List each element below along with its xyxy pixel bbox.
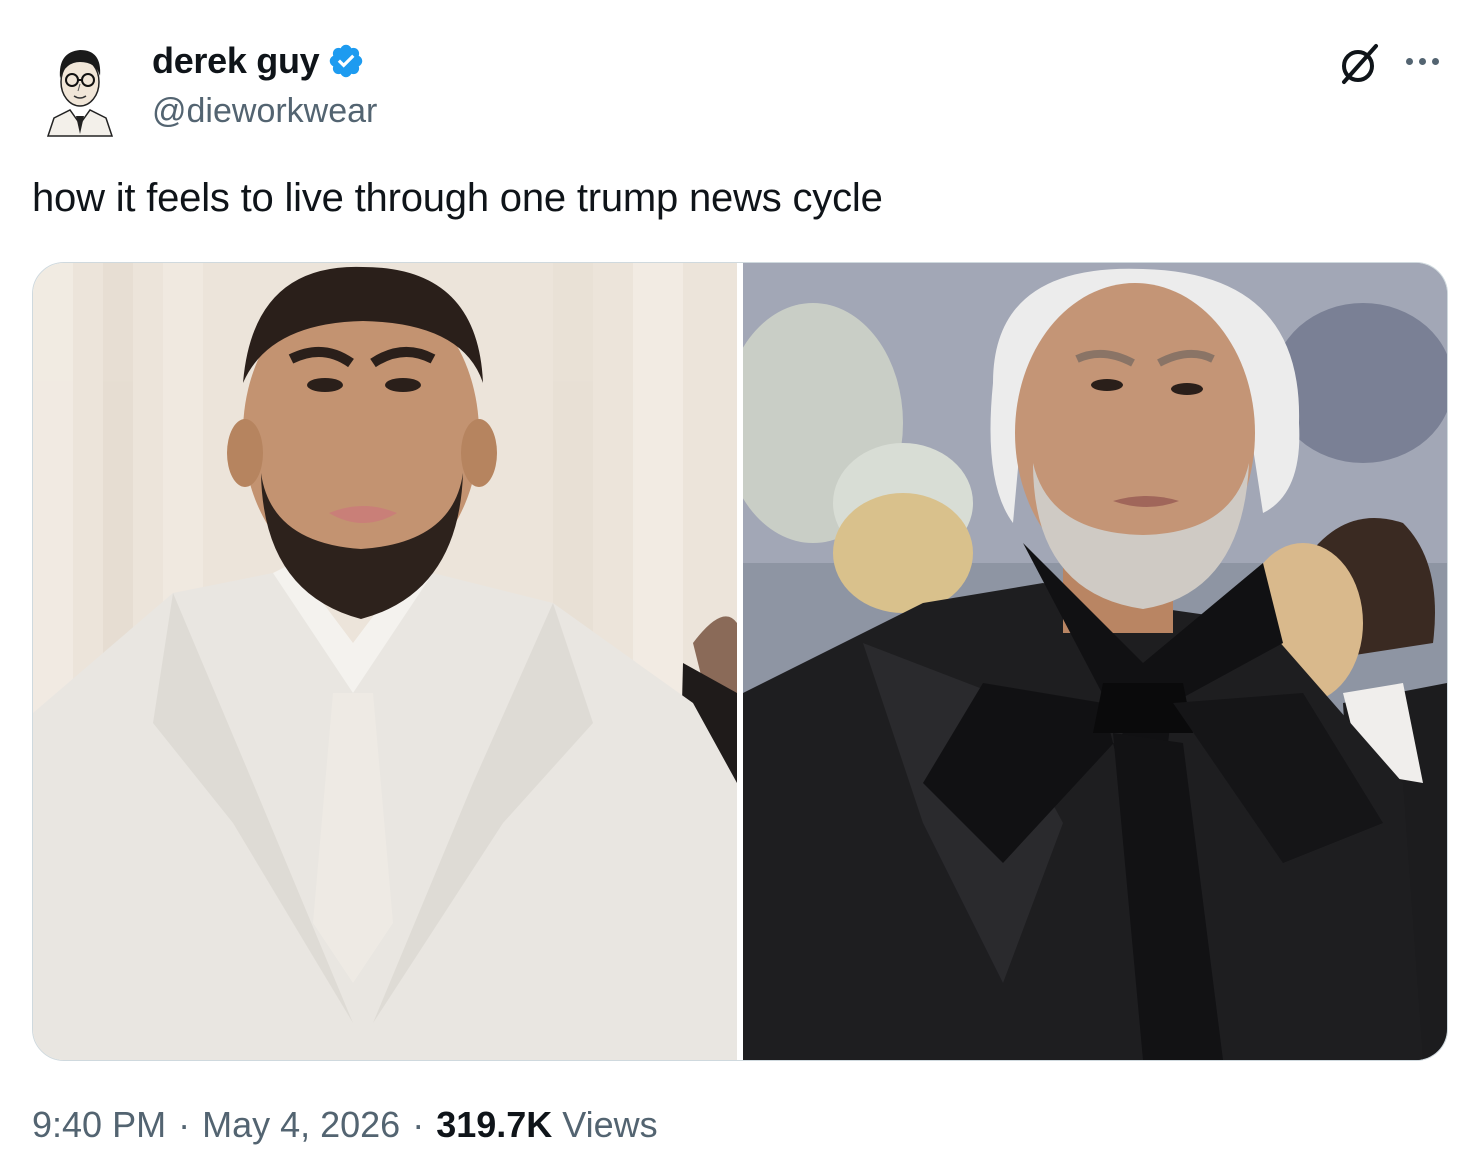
author-avatar[interactable] xyxy=(40,38,120,138)
more-options-button[interactable] xyxy=(1398,46,1446,76)
tweet-meta: 9:40 PM · May 4, 2026 · 319.7K Views xyxy=(32,1104,658,1146)
more-dot-icon xyxy=(1431,57,1439,65)
views-count: 319.7K xyxy=(436,1104,553,1145)
author-handle[interactable]: @dieworkwear xyxy=(152,92,377,131)
grok-icon xyxy=(1342,44,1378,84)
media-photo-right[interactable] xyxy=(743,263,1447,1060)
views-label: Views xyxy=(562,1104,658,1145)
photo-young-man-white-suit-icon xyxy=(33,263,737,1060)
meta-separator: · xyxy=(412,1104,425,1145)
tweet-date[interactable]: May 4, 2026 xyxy=(202,1104,400,1146)
author-name-row[interactable]: derek guy xyxy=(152,40,365,82)
verified-badge-icon xyxy=(330,44,363,78)
sketch-portrait-icon xyxy=(40,38,120,138)
tweet-text: how it feels to live through one trump n… xyxy=(32,176,883,220)
more-dot-icon xyxy=(1405,57,1413,65)
tweet-time[interactable]: 9:40 PM xyxy=(32,1104,166,1146)
tweet-media-grid xyxy=(32,262,1448,1061)
grok-button[interactable] xyxy=(1336,40,1384,88)
media-photo-left[interactable] xyxy=(33,263,737,1060)
more-dot-icon xyxy=(1418,57,1426,65)
author-name[interactable]: derek guy xyxy=(152,40,320,82)
photo-aged-man-black-bow-icon xyxy=(743,263,1447,1060)
meta-separator: · xyxy=(178,1104,191,1145)
